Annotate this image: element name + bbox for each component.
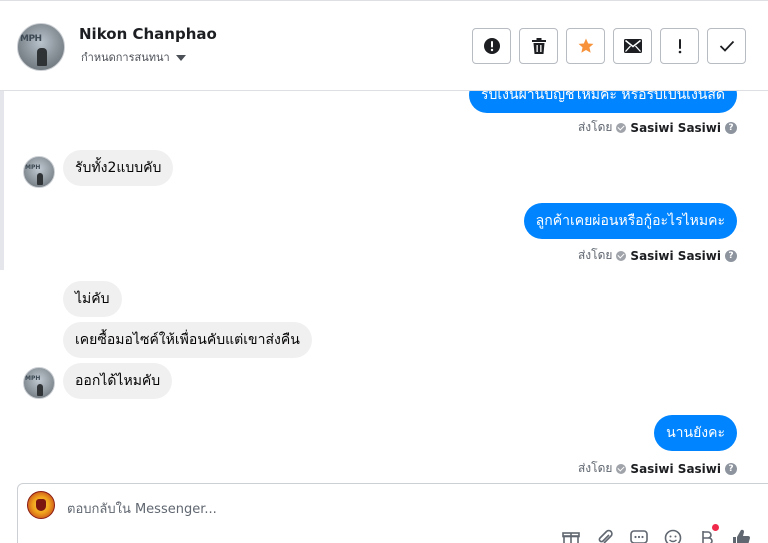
mail-button[interactable] (613, 28, 652, 64)
message-thread[interactable]: รับเงินผ่านบัญชีไหมคะ หรือรับเป็นเงินสด … (4, 91, 768, 477)
paperclip-icon[interactable] (595, 528, 615, 543)
star-icon (578, 38, 593, 53)
message-bubble-outgoing[interactable]: รับเงินผ่านบัญชีไหมคะ หรือรับเป็นเงินสด (468, 91, 737, 113)
sender-name[interactable]: Sasiwi Sasiwi (630, 249, 721, 263)
checkmark-icon (719, 40, 734, 52)
help-icon[interactable]: ? (725, 121, 737, 134)
reply-composer: ตอบกลับใน Messenger... (17, 483, 768, 543)
avatar-text: MPH (20, 34, 42, 44)
help-icon[interactable]: ? (725, 462, 737, 475)
verified-check-icon (616, 463, 627, 474)
message-bubble-outgoing[interactable]: นานยังคะ (654, 415, 737, 451)
gift-icon[interactable] (561, 528, 581, 543)
important-button[interactable] (660, 28, 699, 64)
page-avatar (27, 491, 55, 519)
notification-dot (712, 524, 719, 531)
sent-by-line: ส่งโดย Sasiwi Sasiwi ? (578, 118, 737, 137)
sent-by-line: ส่งโดย Sasiwi Sasiwi ? (578, 459, 737, 477)
caret-down-icon (175, 55, 186, 61)
message-bubble-incoming[interactable]: เคยซื้อมอไซค์ให้เพื่อนคับแต่เขาส่งคืน (63, 322, 312, 358)
sent-by-label: ส่งโดย (577, 248, 613, 262)
exclamation-icon (678, 39, 681, 54)
envelope-icon (623, 39, 642, 53)
assign-label: กำหนดการสนทนา (81, 51, 170, 64)
message-bubble-incoming[interactable]: ออกได้ไหมคับ (63, 363, 173, 399)
trash-icon (531, 38, 546, 54)
sender-name[interactable]: Sasiwi Sasiwi (630, 121, 721, 135)
alert-circle-icon (483, 38, 500, 54)
sent-by-label: ส่งโดย (577, 461, 613, 475)
sender-name[interactable]: Sasiwi Sasiwi (630, 462, 721, 476)
conversation-header: MPH Nikon Chanphao กำหนดการสนทนา (0, 0, 768, 91)
reply-input[interactable]: ตอบกลับใน Messenger... (67, 498, 217, 519)
sent-by-line: ส่งโดย Sasiwi Sasiwi ? (578, 246, 737, 265)
verified-check-icon (616, 122, 627, 133)
message-bubble-incoming[interactable]: ไม่คับ (63, 281, 122, 317)
contact-avatar-small[interactable]: MPH (23, 156, 55, 188)
report-button[interactable] (472, 28, 511, 64)
conversation-actions (472, 28, 746, 64)
message-bubble-incoming[interactable]: รับทั้ง2แบบคับ (63, 150, 174, 186)
saved-replies-icon[interactable] (629, 528, 649, 543)
contact-name[interactable]: Nikon Chanphao (79, 25, 217, 43)
done-button[interactable] (707, 28, 746, 64)
composer-toolbar (561, 524, 751, 543)
payment-icon[interactable] (697, 524, 719, 543)
verified-check-icon (616, 250, 627, 261)
contact-avatar[interactable]: MPH (17, 23, 65, 71)
delete-button[interactable] (519, 28, 558, 64)
contact-avatar-small[interactable]: MPH (23, 367, 55, 399)
help-icon[interactable]: ? (725, 249, 737, 262)
emoji-icon[interactable] (663, 528, 683, 543)
star-button[interactable] (566, 28, 605, 64)
assign-dropdown[interactable]: กำหนดการสนทนา (81, 48, 186, 66)
message-bubble-outgoing[interactable]: ลูกค้าเคยผ่อนหรือกู้อะไรไหมคะ (523, 203, 737, 239)
like-icon[interactable] (731, 528, 751, 543)
sent-by-label: ส่งโดย (577, 120, 613, 134)
